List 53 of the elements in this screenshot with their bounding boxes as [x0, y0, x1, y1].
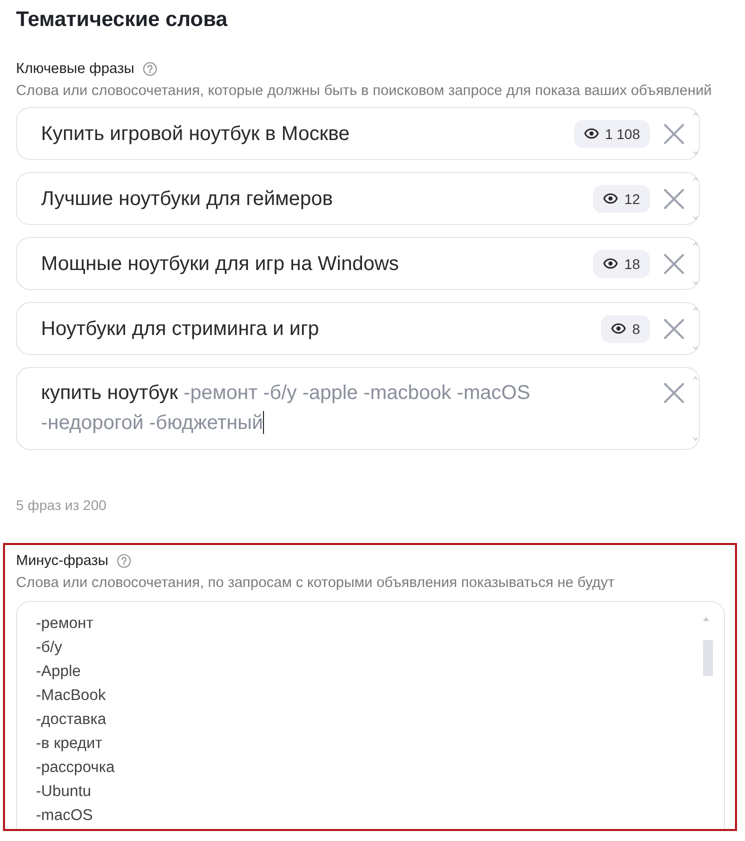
scroll-up-icon — [703, 617, 709, 621]
scrollbar-thumb[interactable] — [703, 640, 713, 676]
impressions-count: 12 — [624, 190, 640, 208]
impressions-count: 18 — [624, 254, 640, 272]
phrase-value: Купить игровой ноутбук в Москве — [41, 122, 351, 146]
scroll-up-icon — [693, 177, 698, 181]
eye-icon — [603, 258, 618, 269]
phrase-field[interactable]: Купить игровой ноутбук в Москве 1 108 — [16, 107, 700, 160]
minus-phrase-line: -macOS — [36, 806, 93, 826]
minus-phrases-field[interactable]: -ремонт -б/у -Apple -MacBook -доставка -в кредит -рассрочка -Ubuntu -macOS — [16, 601, 725, 829]
phrase-counter: 5 фраз из 200 — [16, 496, 108, 514]
eye-icon — [584, 128, 599, 139]
minus-phrase-line: -доставка — [36, 710, 106, 730]
phrase-field[interactable]: купить ноутбук -ремонт -б/у -apple -macbook -macOS -недорогой -бюджетный — [16, 367, 700, 450]
minus-phrase-line: -ремонт — [36, 614, 94, 634]
scroll-down-icon — [693, 437, 698, 441]
close-icon[interactable] — [664, 188, 684, 208]
minus-phrase-line: -Ubuntu — [36, 782, 92, 802]
minus-phrase-line: -рассрочка — [36, 758, 115, 778]
eye-icon — [603, 193, 618, 204]
phrase-value: Лучшие ноутбуки для геймеров — [41, 186, 334, 212]
close-icon[interactable] — [664, 318, 684, 338]
close-icon[interactable] — [664, 124, 684, 144]
close-icon[interactable] — [664, 383, 684, 403]
field-hint: Слова или словосочетания, по запросам с которыми объявления показываться не будут — [16, 574, 616, 593]
minus-phrase-line: -б/у — [36, 638, 62, 658]
phrase-field[interactable]: Лучшие ноутбуки для геймеров 12 — [16, 172, 700, 225]
scroll-down-icon — [693, 216, 698, 220]
help-icon[interactable] — [117, 554, 132, 568]
phrase-field[interactable]: Мощные ноутбуки для игр на Windows 18 — [16, 237, 700, 290]
scroll-down-icon — [693, 151, 698, 155]
minus-phrase-line: -в кредит — [36, 734, 102, 754]
scroll-up-icon — [693, 307, 698, 311]
scroll-down-icon — [693, 346, 698, 350]
minus-phrase-line: -Apple — [36, 662, 81, 682]
scroll-up-icon — [693, 376, 698, 380]
impressions-count: 8 — [632, 320, 640, 338]
field-label: Минус-фразы — [16, 552, 108, 571]
phrase-value: купить ноутбук -ремонт -б/у -apple -macbook -macOS -недорогой -бюджетный — [41, 382, 530, 434]
field-hint: Слова или словосочетания, которые должны быть в поисковом запросе для показа ваших объявлений — [16, 82, 713, 101]
help-icon[interactable] — [143, 62, 158, 76]
close-icon[interactable] — [664, 254, 684, 274]
scroll-up-icon — [693, 112, 698, 116]
minus-phrase-line: -MacBook — [36, 686, 106, 706]
section-title: Тематические слова — [16, 7, 228, 33]
scroll-down-icon — [693, 281, 698, 285]
phrase-value: Мощные ноутбуки для игр на Windows — [41, 252, 400, 276]
scroll-up-icon — [693, 242, 698, 246]
eye-icon — [611, 323, 626, 334]
impressions-count: 1 108 — [604, 124, 640, 142]
phrase-value: Ноутбуки для стриминга и игр — [41, 316, 320, 342]
field-label: Ключевые фразы — [16, 60, 134, 79]
phrase-field[interactable]: Ноутбуки для стриминга и игр 8 — [16, 302, 700, 355]
